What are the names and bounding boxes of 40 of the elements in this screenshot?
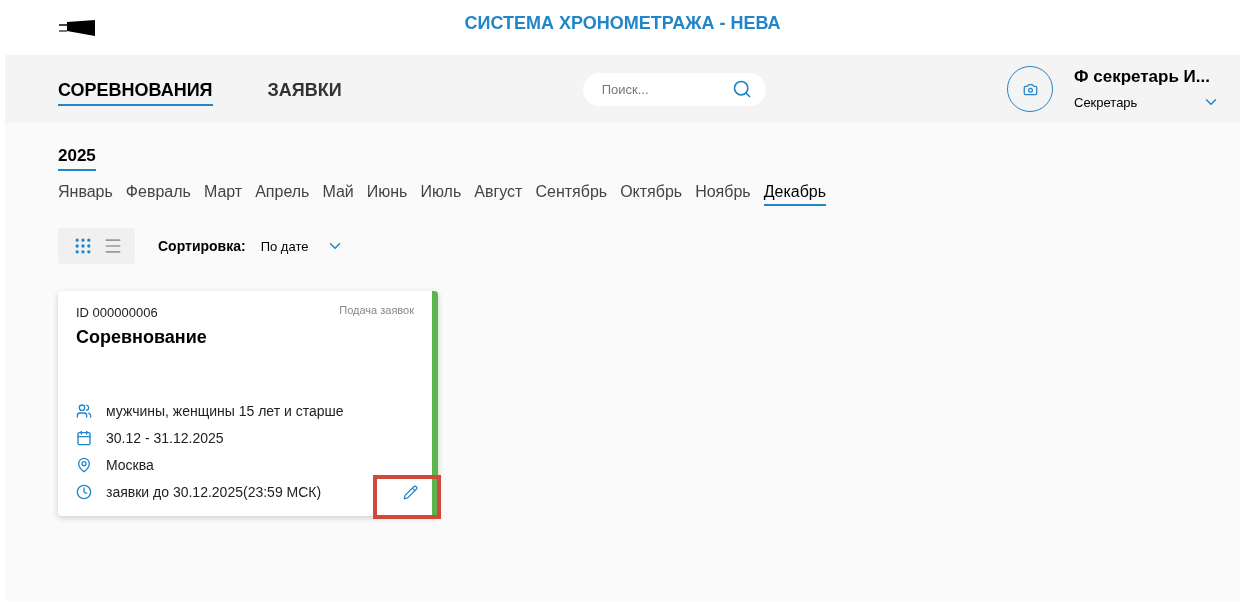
list-view-icon[interactable] [103, 236, 123, 256]
nav-tab[interactable]: ЗАЯВКИ [267, 76, 342, 106]
user-name: Ф секретарь И... [1074, 67, 1211, 87]
sort-dropdown[interactable]: По дате [260, 237, 345, 255]
app-title: СИСТЕМА ХРОНОМЕТРАЖА - НЕВА [464, 13, 781, 34]
location-icon [76, 457, 92, 473]
card-detail: 30.12 - 31.12.2025 [106, 430, 224, 446]
month-tab[interactable]: Март [203, 183, 243, 206]
card-id: ID 000000006 [76, 305, 158, 320]
month-tab[interactable]: Декабрь [763, 183, 827, 206]
month-tab[interactable]: Февраль [125, 183, 191, 206]
logo-icon [59, 19, 95, 36]
pencil-icon [403, 485, 418, 500]
grid-view-icon[interactable] [73, 236, 93, 256]
card-detail: мужчины, женщины 15 лет и старше [106, 403, 344, 419]
card-detail: заявки до 30.12.2025(23:59 МСК) [106, 484, 322, 500]
month-tab[interactable]: Июнь [366, 183, 408, 206]
month-tab[interactable]: Апрель [255, 183, 310, 206]
month-tab[interactable]: Май [322, 183, 354, 206]
card-detail: Москва [106, 457, 154, 473]
card-status: Подача заявок [339, 304, 414, 318]
month-tab[interactable]: Июль [420, 183, 462, 206]
edit-button[interactable] [403, 485, 418, 500]
card-title: Соревнование [76, 327, 208, 348]
user-role: Секретарь [1074, 94, 1138, 110]
camera-icon [1022, 81, 1038, 97]
search-icon[interactable] [731, 78, 752, 99]
search-field[interactable]: Поиск... [582, 72, 766, 106]
calendar-icon [76, 430, 92, 446]
nav-tab[interactable]: СОРЕВНОВАНИЯ [58, 76, 213, 106]
month-tab[interactable]: Октябрь [620, 183, 683, 206]
people-icon [76, 403, 92, 419]
clock-icon [76, 484, 92, 500]
competition-card[interactable]: ID 000000006 Подача заявок Соревнование мужчины, женщины 15 лет и старше 30.12 - 31.12.2025 Москва заявки до 30.12.2025(23:59 МСК) [58, 291, 438, 516]
sort-label: Сортировка: [158, 238, 246, 254]
year-tab[interactable]: 2025 [58, 146, 96, 171]
month-tab[interactable]: Сентябрь [535, 183, 608, 206]
month-tab[interactable]: Январь [58, 183, 113, 206]
month-tab[interactable]: Ноябрь [695, 183, 751, 206]
month-tab[interactable]: Август [474, 183, 523, 206]
